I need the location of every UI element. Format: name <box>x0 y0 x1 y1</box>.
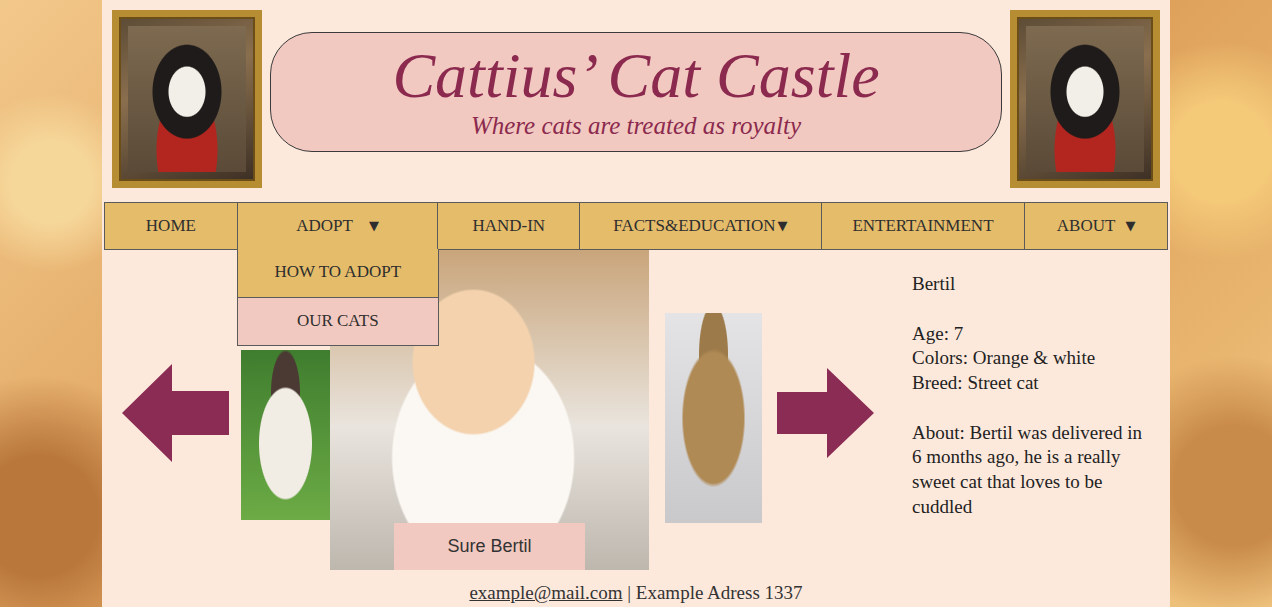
email-link[interactable]: example@mail.com <box>469 582 622 603</box>
nav-item[interactable]: HAND-IN <box>437 202 580 250</box>
next-cat-photo[interactable] <box>665 313 762 523</box>
nav-label[interactable]: HOME <box>146 213 196 239</box>
dropdown-caret-icon[interactable]: ▼ <box>777 216 787 236</box>
fact-value: 7 <box>954 323 964 344</box>
dropdown-caret-icon[interactable]: ▼ <box>1125 216 1135 236</box>
nav-label[interactable]: ABOUT <box>1057 213 1116 239</box>
previous-button[interactable] <box>122 364 229 462</box>
footer-separator: | <box>627 582 631 603</box>
previous-cat-photo[interactable] <box>241 350 330 520</box>
nav-item[interactable]: HOME <box>104 202 238 250</box>
cat-name: Bertil <box>912 272 1144 297</box>
right-arrow-icon[interactable] <box>777 368 874 458</box>
cat-details: BertilAge: 7Colors: Orange & whiteBreed:… <box>912 250 1144 520</box>
fact-label: Age: <box>912 323 949 344</box>
page: Cattius’ Cat CastleWhere cats are treate… <box>102 0 1170 607</box>
nav-item[interactable]: ABOUT ▼ <box>1024 202 1168 250</box>
nav-label[interactable]: HAND-IN <box>472 213 545 239</box>
site-footer: example@mail.com | Example Adress 1337 <box>102 575 1170 607</box>
left-arrow-icon[interactable] <box>122 364 229 462</box>
nav-item[interactable]: ENTERTAINMENT <box>821 202 1026 250</box>
dropdown-menu-panel: HOW TO ADOPTOUR CATS <box>237 249 439 346</box>
site-tagline: Where cats are treated as royalty <box>471 112 801 141</box>
next-button[interactable] <box>777 368 874 458</box>
nav-label[interactable]: ADOPT <box>296 213 353 239</box>
nav-item[interactable]: FACTS&EDUCATION▼ <box>579 202 822 250</box>
painting-picture <box>1026 26 1144 172</box>
footer-address: Example Adress 1337 <box>636 582 803 603</box>
nav-item[interactable]: ADOPT▼HOW TO ADOPTOUR CATS <box>237 202 439 250</box>
photo-caption: Sure Bertil <box>394 523 585 570</box>
dropdown-item[interactable]: OUR CATS <box>238 297 438 345</box>
fact-label: Colors: <box>912 347 968 368</box>
site-title: Cattius’ Cat Castle <box>392 41 879 111</box>
dropdown-caret-icon[interactable]: ▼ <box>369 216 379 236</box>
painting-picture <box>128 26 246 172</box>
title-banner: Cattius’ Cat CastleWhere cats are treate… <box>270 32 1002 152</box>
site-header: Cattius’ Cat CastleWhere cats are treate… <box>102 0 1170 202</box>
cat-facts: Age: 7Colors: Orange & whiteBreed: Stree… <box>912 322 1144 396</box>
cat-name-block: Bertil <box>912 272 1144 297</box>
cat-fact: Breed: Street cat <box>912 371 1144 396</box>
cat-fact: Age: 7 <box>912 322 1144 347</box>
fact-label: Breed: <box>912 372 963 393</box>
main-nav: HOMEADOPT▼HOW TO ADOPTOUR CATSHAND-INFAC… <box>102 202 1170 250</box>
dropdown-item[interactable]: HOW TO ADOPT <box>238 249 438 297</box>
cat-about: About: Bertil was delivered in 6 months … <box>912 421 1144 520</box>
nav-label[interactable]: FACTS&EDUCATION <box>613 213 775 239</box>
fact-value: Street cat <box>967 372 1038 393</box>
royal-cat-painting <box>112 10 262 188</box>
royal-cat-painting <box>1010 10 1160 188</box>
cat-fact: Colors: Orange & white <box>912 346 1144 371</box>
nav-label[interactable]: ENTERTAINMENT <box>852 213 993 239</box>
fact-value: Orange & white <box>973 347 1095 368</box>
